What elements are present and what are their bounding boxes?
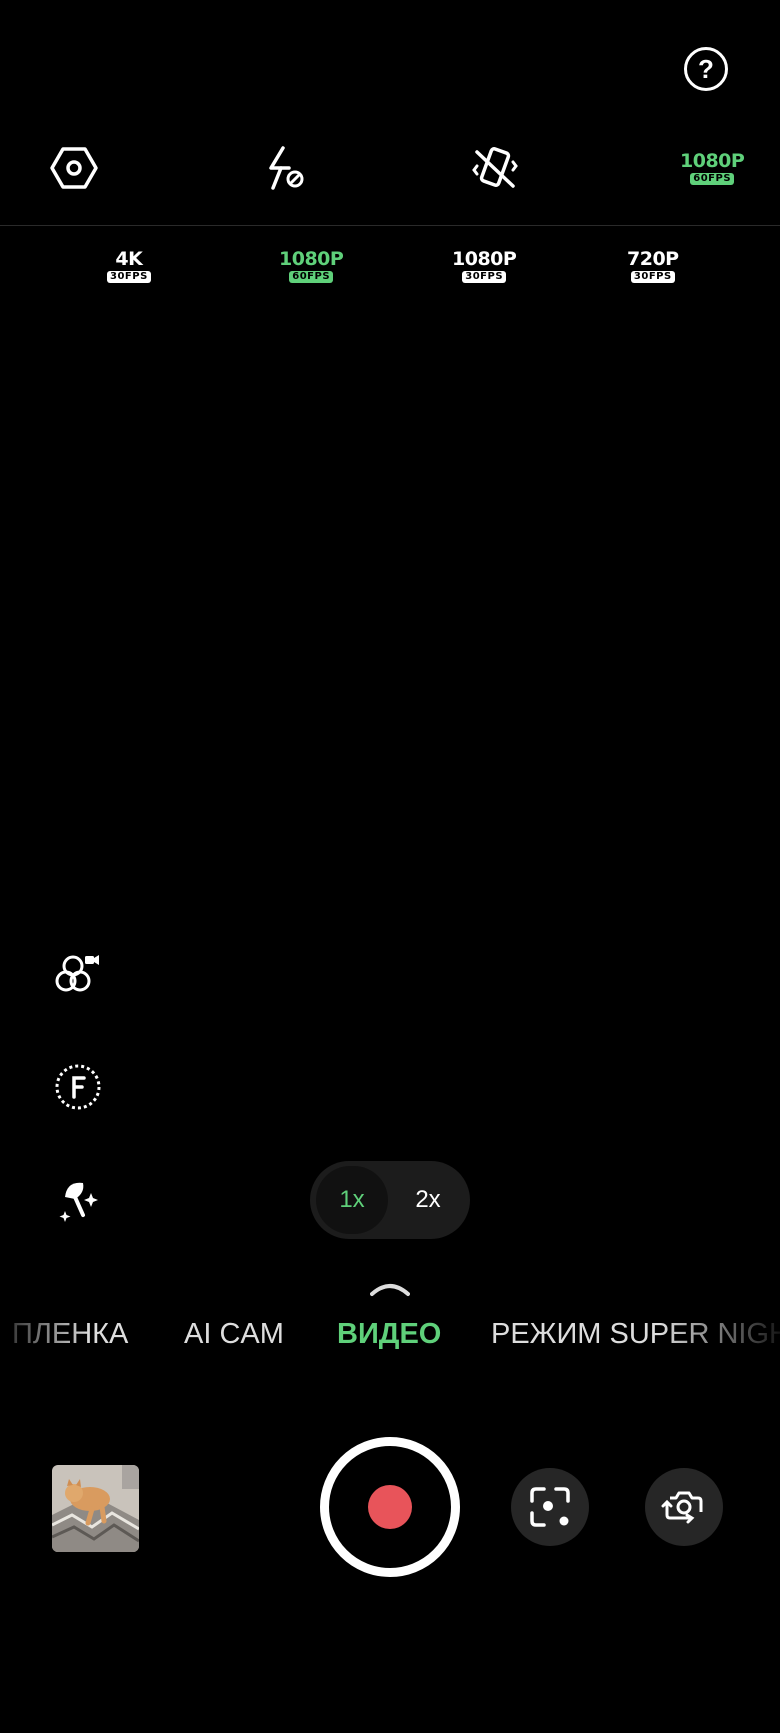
resolution-option-label: 720P: [627, 248, 679, 270]
toolbar-divider: [0, 225, 780, 226]
filters-video-icon: [55, 955, 99, 992]
mode-fade-right: [660, 1318, 780, 1362]
switch-camera-button[interactable]: [645, 1468, 723, 1546]
lens-icon: [530, 1487, 570, 1527]
current-resolution-button[interactable]: 1080P 60FPS: [680, 150, 745, 185]
resolution-option-fps: 30FPS: [462, 271, 507, 283]
hexagon-settings-icon: [50, 147, 98, 189]
zoom-selector: 1x 2x: [310, 1161, 470, 1239]
help-button[interactable]: ?: [684, 47, 728, 91]
mode-ai-cam[interactable]: AI CAM: [184, 1318, 284, 1351]
filmic-f-icon: [55, 1064, 101, 1110]
record-icon: [368, 1485, 412, 1529]
lens-button[interactable]: [511, 1468, 589, 1546]
filters-button[interactable]: [48, 945, 108, 1005]
resolution-option-fps: 30FPS: [630, 271, 675, 283]
zoom-1x-button[interactable]: 1x: [316, 1166, 388, 1234]
settings-button[interactable]: [44, 138, 104, 198]
zoom-2x-button[interactable]: 2x: [392, 1166, 464, 1234]
help-label: ?: [698, 53, 714, 84]
filmic-mode-button[interactable]: [48, 1057, 108, 1117]
current-resolution-value: 1080P: [680, 150, 745, 172]
flash-button[interactable]: [255, 138, 315, 198]
more-modes-button[interactable]: [370, 1278, 410, 1298]
beauty-wand-icon: [59, 1182, 98, 1222]
resolution-option-label: 4K: [115, 248, 143, 270]
resolution-option-1080p-60[interactable]: 1080P 60FPS: [279, 248, 344, 283]
mode-video[interactable]: ВИДЕО: [337, 1318, 441, 1351]
gallery-thumbnail[interactable]: [52, 1465, 139, 1552]
resolution-option-label: 1080P: [452, 248, 517, 270]
resolution-option-fps: 60FPS: [289, 271, 334, 283]
resolution-option-fps: 30FPS: [107, 271, 151, 283]
resolution-option-label: 1080P: [279, 248, 344, 270]
resolution-options: 4K 30FPS 1080P 60FPS 1080P 30FPS 720P 30…: [0, 248, 780, 288]
resolution-option-1080p-30[interactable]: 1080P 30FPS: [452, 248, 517, 283]
stabilization-button[interactable]: [465, 138, 525, 198]
record-button[interactable]: [320, 1437, 460, 1577]
resolution-option-4k[interactable]: 4K 30FPS: [107, 250, 151, 283]
mode-fade-left: [0, 1318, 90, 1362]
resolution-option-720p-30[interactable]: 720P 30FPS: [627, 250, 679, 283]
current-resolution-fps: 60FPS: [690, 173, 735, 185]
chevron-up-icon: [370, 1284, 410, 1296]
cat-photo-thumbnail: [52, 1465, 139, 1552]
switch-camera-icon: [661, 1491, 703, 1524]
flash-off-icon: [269, 146, 304, 190]
beauty-button[interactable]: [48, 1170, 108, 1230]
stabilization-off-icon: [472, 147, 518, 188]
